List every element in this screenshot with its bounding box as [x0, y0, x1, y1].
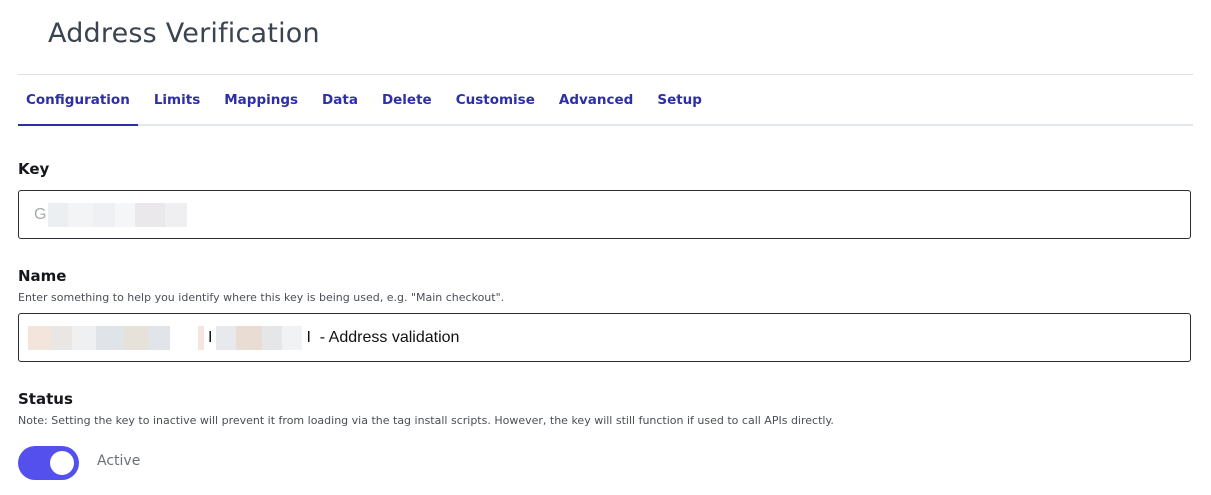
tab-mappings[interactable]: Mappings: [216, 75, 306, 124]
status-toggle[interactable]: [18, 446, 79, 480]
toggle-knob: [50, 451, 74, 475]
key-label: Key: [18, 160, 50, 178]
name-help: Enter something to help you identify whe…: [18, 291, 505, 304]
tab-delete[interactable]: Delete: [374, 75, 440, 124]
status-label: Status: [18, 390, 73, 408]
tab-setup[interactable]: Setup: [649, 75, 710, 124]
key-input[interactable]: G: [18, 190, 1191, 239]
tab-advanced[interactable]: Advanced: [551, 75, 641, 124]
tab-bar: Configuration Limits Mappings Data Delet…: [18, 75, 1193, 126]
tab-limits[interactable]: Limits: [146, 75, 208, 124]
tab-data[interactable]: Data: [314, 75, 366, 124]
tab-configuration[interactable]: Configuration: [18, 75, 138, 126]
status-toggle-label: Active: [97, 453, 141, 469]
tab-customise[interactable]: Customise: [448, 75, 543, 124]
name-redacted-2: [216, 325, 303, 350]
name-separator: I: [208, 328, 213, 346]
name-redacted-1: [28, 325, 204, 350]
page-title: Address Verification: [48, 18, 320, 49]
status-help: Note: Setting the key to inactive will p…: [18, 414, 834, 427]
name-label: Name: [18, 267, 67, 285]
name-value: I - Address validation: [306, 328, 460, 346]
key-value: G: [34, 205, 47, 223]
name-input[interactable]: I I - Address validation: [18, 313, 1191, 362]
key-redacted: [48, 202, 188, 227]
